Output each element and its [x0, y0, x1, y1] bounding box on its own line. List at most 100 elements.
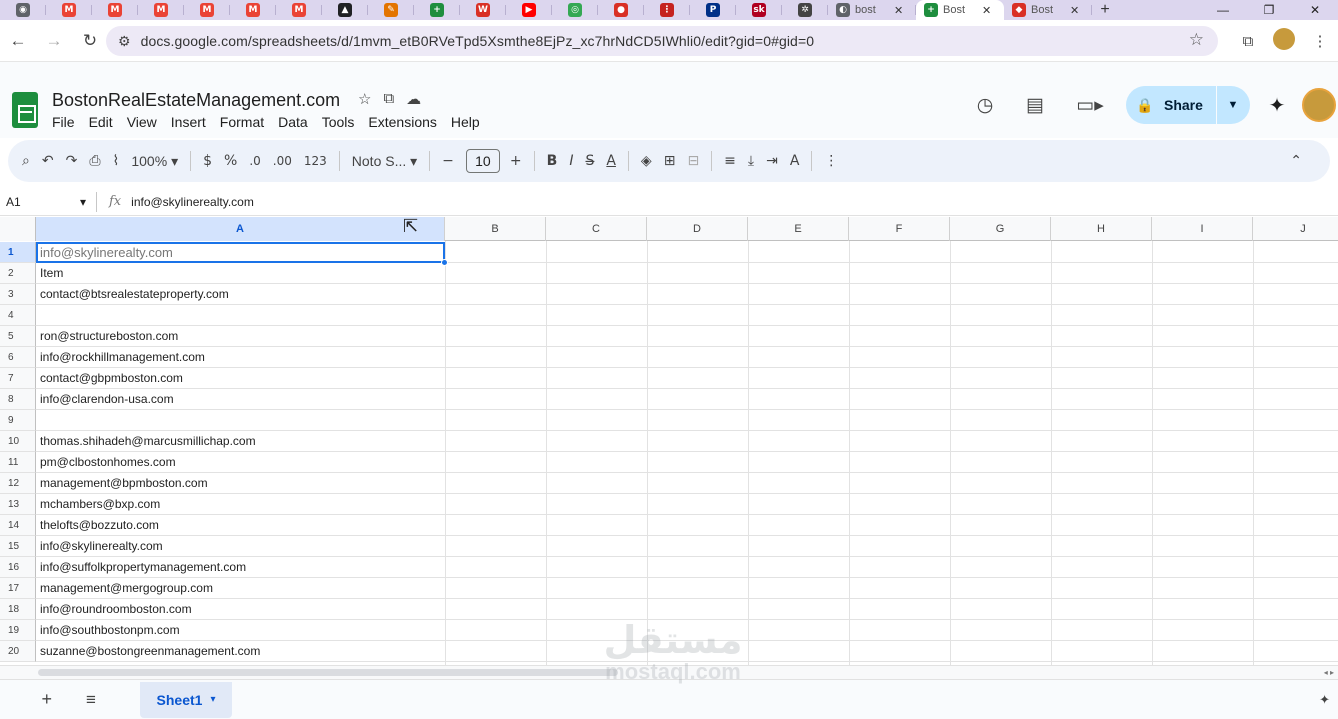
menu-data[interactable]: Data: [278, 114, 308, 130]
browser-tab[interactable]: M: [230, 0, 276, 20]
select-all-corner[interactable]: [0, 217, 36, 241]
gemini-icon[interactable]: ✦: [1262, 93, 1292, 118]
search-menus-icon[interactable]: ⌕: [22, 153, 30, 169]
browser-tab[interactable]: M: [92, 0, 138, 20]
row-header[interactable]: 14: [0, 515, 36, 536]
row-header[interactable]: 3: [0, 284, 36, 305]
menu-edit[interactable]: Edit: [89, 114, 113, 130]
row-header[interactable]: 10: [0, 431, 36, 452]
add-sheet-button[interactable]: +: [8, 689, 52, 710]
extensions-icon[interactable]: ⧉: [1230, 33, 1266, 50]
profile-button[interactable]: [1266, 28, 1302, 54]
undo-icon[interactable]: ↶: [42, 153, 54, 169]
cell-a[interactable]: info@southbostonpm.com: [40, 623, 180, 637]
browser-tab[interactable]: ✎: [368, 0, 414, 20]
column-header-g[interactable]: G: [950, 217, 1051, 241]
menu-format[interactable]: Format: [220, 114, 264, 130]
minimize-icon[interactable]: —: [1200, 0, 1246, 20]
sheet-tab-sheet1[interactable]: Sheet1 ▾: [140, 681, 232, 718]
menu-view[interactable]: View: [127, 114, 157, 130]
bookmark-star-icon[interactable]: ☆: [1189, 30, 1204, 50]
browser-tab[interactable]: ▲: [322, 0, 368, 20]
explore-icon[interactable]: ✦: [1319, 692, 1330, 708]
strikethrough-button[interactable]: S̶: [585, 153, 594, 169]
forward-icon[interactable]: →: [36, 31, 72, 51]
close-tab-icon[interactable]: ✕: [894, 4, 903, 17]
cell-a[interactable]: info@clarendon-usa.com: [40, 392, 174, 406]
active-cell-a1[interactable]: info@skylinerealty.com: [40, 245, 173, 260]
scrollbar-thumb[interactable]: [38, 669, 618, 676]
document-title[interactable]: BostonRealEstateManagement.com: [52, 90, 340, 111]
browser-tab[interactable]: +: [414, 0, 460, 20]
font-family-select[interactable]: Noto S... ▾: [352, 153, 417, 170]
new-tab-button[interactable]: +: [1092, 1, 1118, 19]
restore-icon[interactable]: ❐: [1246, 0, 1292, 20]
cell-a[interactable]: thomas.shihadeh@marcusmillichap.com: [40, 434, 256, 448]
cell-a[interactable]: contact@gbpmboston.com: [40, 371, 183, 385]
browser-tab[interactable]: M: [138, 0, 184, 20]
cell-a[interactable]: mchambers@bxp.com: [40, 497, 160, 511]
browser-tab[interactable]: sk: [736, 0, 782, 20]
browser-tab[interactable]: ◐ bost ✕: [828, 0, 916, 20]
row-header[interactable]: 16: [0, 557, 36, 578]
vertical-align-icon[interactable]: ⤓: [748, 153, 754, 169]
cell-a[interactable]: info@rockhillmanagement.com: [40, 350, 205, 364]
version-history-icon[interactable]: ◷: [960, 94, 1010, 117]
text-color-button[interactable]: A: [606, 153, 616, 169]
close-tab-icon[interactable]: ✕: [1070, 4, 1079, 17]
cell-a[interactable]: suzanne@bostongreenmanagement.com: [40, 644, 260, 658]
column-header-a[interactable]: A: [36, 217, 445, 241]
menu-file[interactable]: File: [52, 114, 75, 130]
site-info-icon[interactable]: ⚙: [118, 33, 131, 50]
text-rotation-icon[interactable]: A: [790, 153, 800, 169]
bold-button[interactable]: B: [547, 153, 558, 169]
browser-tab[interactable]: ◎: [552, 0, 598, 20]
share-button[interactable]: 🔒 Share ▼: [1126, 86, 1250, 124]
url-text[interactable]: docs.google.com/spreadsheets/d/1mvm_etB0…: [141, 33, 815, 49]
browser-tab[interactable]: ⋮: [644, 0, 690, 20]
browser-tab[interactable]: ✲: [782, 0, 828, 20]
browser-tab[interactable]: W: [460, 0, 506, 20]
currency-format-button[interactable]: $: [203, 153, 212, 169]
reload-icon[interactable]: ↻: [72, 31, 108, 51]
column-header-f[interactable]: F: [849, 217, 950, 241]
hide-menus-icon[interactable]: ⌃: [1290, 153, 1302, 169]
browser-tab[interactable]: P: [690, 0, 736, 20]
more-formats-button[interactable]: 123: [304, 154, 327, 168]
url-omnibox[interactable]: ⚙ docs.google.com/spreadsheets/d/1mvm_et…: [106, 26, 1218, 56]
row-header[interactable]: 9: [0, 410, 36, 431]
borders-icon[interactable]: ⊞: [664, 153, 676, 169]
sheets-logo-icon[interactable]: [12, 92, 38, 128]
zoom-select[interactable]: 100% ▾: [131, 153, 178, 170]
cell-a[interactable]: info@skylinerealty.com: [40, 539, 163, 553]
fill-color-icon[interactable]: ◈: [641, 153, 652, 169]
paint-format-icon[interactable]: ⌇: [113, 153, 120, 169]
row-header[interactable]: 12: [0, 473, 36, 494]
browser-tab[interactable]: ◉: [0, 0, 46, 20]
browser-tab[interactable]: M: [46, 0, 92, 20]
row-header[interactable]: 17: [0, 578, 36, 599]
italic-button[interactable]: I: [569, 153, 573, 169]
browser-menu-icon[interactable]: ⋮: [1302, 32, 1338, 50]
cloud-status-icon[interactable]: ☁: [406, 90, 421, 108]
name-box[interactable]: A1 ▾: [0, 195, 96, 209]
browser-tab-active[interactable]: + Bost ✕: [916, 0, 1004, 20]
scroll-arrows[interactable]: ◂ ▸: [1324, 666, 1334, 680]
close-tab-icon[interactable]: ✕: [982, 4, 991, 17]
move-folder-icon[interactable]: ⧉: [383, 90, 394, 108]
menu-insert[interactable]: Insert: [171, 114, 206, 130]
redo-icon[interactable]: ↷: [66, 153, 78, 169]
merge-cells-icon[interactable]: ⊟: [687, 153, 699, 169]
horizontal-scrollbar[interactable]: ◂ ▸: [0, 665, 1338, 679]
column-header-i[interactable]: I: [1152, 217, 1253, 241]
spreadsheet-grid[interactable]: ABCDEFGHIJ 1 info@skylinerealty.com 2 Item 3…: [0, 217, 1338, 665]
comments-icon[interactable]: ▤: [1010, 94, 1060, 117]
cell-a[interactable]: ron@structureboston.com: [40, 329, 178, 343]
column-header-d[interactable]: D: [647, 217, 748, 241]
browser-tab[interactable]: ◆ Bost ✕: [1004, 0, 1092, 20]
row-header[interactable]: 13: [0, 494, 36, 515]
share-dropdown-icon[interactable]: ▼: [1217, 99, 1249, 111]
percent-format-button[interactable]: %: [224, 153, 237, 169]
star-icon[interactable]: ☆: [358, 90, 371, 108]
row-header[interactable]: 8: [0, 389, 36, 410]
